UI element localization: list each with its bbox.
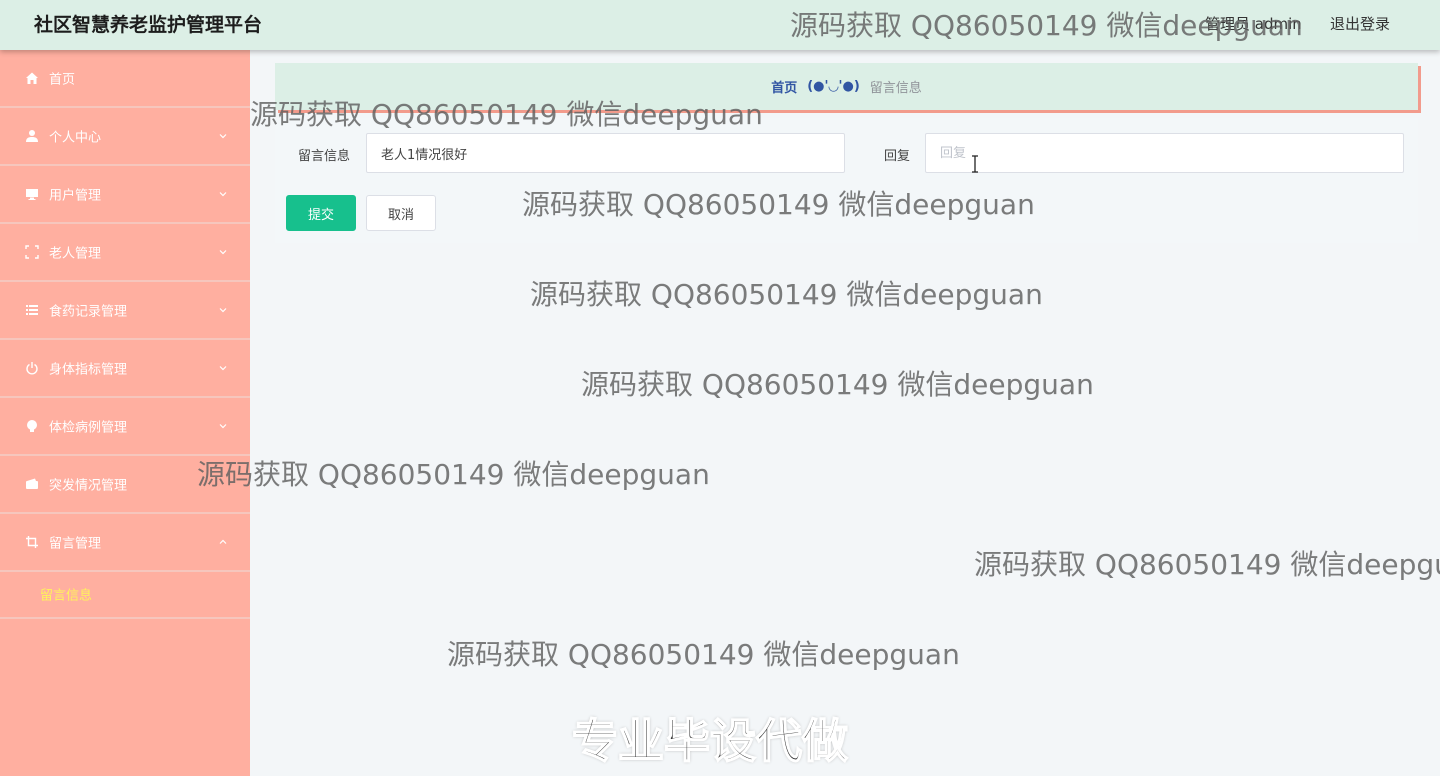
sidebar-item-label: 食药记录管理: [49, 304, 128, 320]
sidebar-item-label: 突发情况管理: [49, 478, 128, 494]
message-input[interactable]: [366, 133, 845, 173]
breadcrumb: 首页 (●'◡'●) 留言信息: [275, 63, 1418, 110]
sidebar-item-label: 用户管理: [49, 188, 102, 204]
breadcrumb-separator: (●'◡'●): [807, 79, 860, 94]
submit-button[interactable]: 提交: [286, 195, 356, 231]
watermark-text: 源码获取 QQ86050149 微信deepguan: [197, 458, 710, 491]
watermark-text: 源码获取 QQ86050149 微信deepguan: [530, 278, 1043, 311]
sidebar-item-elder-management[interactable]: 老人管理: [0, 224, 250, 282]
chevron-down-icon: [219, 192, 227, 197]
sidebar-item-message-management[interactable]: 留言管理: [0, 514, 250, 572]
sidebar-subitem-label: 留言信息: [40, 588, 93, 604]
list-icon: [25, 303, 39, 317]
chevron-up-icon: [219, 539, 227, 544]
home-icon: [25, 71, 39, 85]
breadcrumb-current: 留言信息: [869, 81, 922, 96]
sidebar-item-label: 体检病例管理: [49, 420, 128, 436]
cancel-button[interactable]: 取消: [366, 195, 436, 231]
reply-label: 回复: [884, 149, 911, 164]
crop-icon: [25, 535, 39, 549]
reply-input[interactable]: [925, 133, 1404, 173]
sidebar-item-body-indicators[interactable]: 身体指标管理: [0, 340, 250, 398]
current-user-label: 管理员 admin: [1205, 15, 1302, 33]
chevron-down-icon: [219, 308, 227, 313]
sidebar-item-user-management[interactable]: 用户管理: [0, 166, 250, 224]
sidebar-item-label: 首页: [49, 72, 76, 88]
sidebar-item-personal-center[interactable]: 个人中心: [0, 108, 250, 166]
sidebar-item-label: 留言管理: [49, 536, 102, 552]
chevron-down-icon: [219, 134, 227, 139]
app-title: 社区智慧养老监护管理平台: [34, 14, 263, 36]
chevron-down-icon: [219, 250, 227, 255]
watermark-text: 源码获取 QQ86050149 微信deepguan: [581, 368, 1094, 401]
watermark-text: 源码获取 QQ86050149 微信deepguan: [447, 638, 960, 671]
sidebar-subitem-message-info[interactable]: 留言信息: [0, 571, 250, 619]
logout-button[interactable]: 退出登录: [1330, 13, 1390, 34]
bulb-icon: [25, 419, 39, 433]
sidebar-item-label: 个人中心: [49, 130, 102, 146]
power-icon: [25, 361, 39, 375]
chevron-down-icon: [219, 424, 227, 429]
top-navbar: 社区智慧养老监护管理平台 管理员 admin 退出登录: [0, 0, 1440, 50]
sidebar-item-label: 身体指标管理: [49, 362, 128, 378]
scan-icon: [25, 245, 39, 259]
sidebar: 首页 个人中心 用户管理 老人管理 食药记录管理 身体指标管理 体检病例管理 突…: [0, 50, 250, 776]
sidebar-item-label: 老人管理: [49, 246, 102, 262]
wallet-icon: [25, 477, 39, 491]
watermark-text: 源码获取 QQ86050149 微信deepguan: [974, 548, 1440, 581]
breadcrumb-home-link[interactable]: 首页: [771, 77, 797, 96]
message-label: 留言信息: [298, 149, 351, 164]
promo-watermark: 专业毕设代做: [571, 713, 849, 769]
monitor-icon: [25, 187, 39, 201]
sidebar-item-food-medicine-records[interactable]: 食药记录管理: [0, 282, 250, 340]
sidebar-item-emergency-management[interactable]: 突发情况管理: [0, 456, 250, 514]
chevron-down-icon: [219, 366, 227, 371]
sidebar-item-home[interactable]: 首页: [0, 50, 250, 108]
sidebar-item-medical-records[interactable]: 体检病例管理: [0, 398, 250, 456]
user-icon: [25, 129, 39, 143]
